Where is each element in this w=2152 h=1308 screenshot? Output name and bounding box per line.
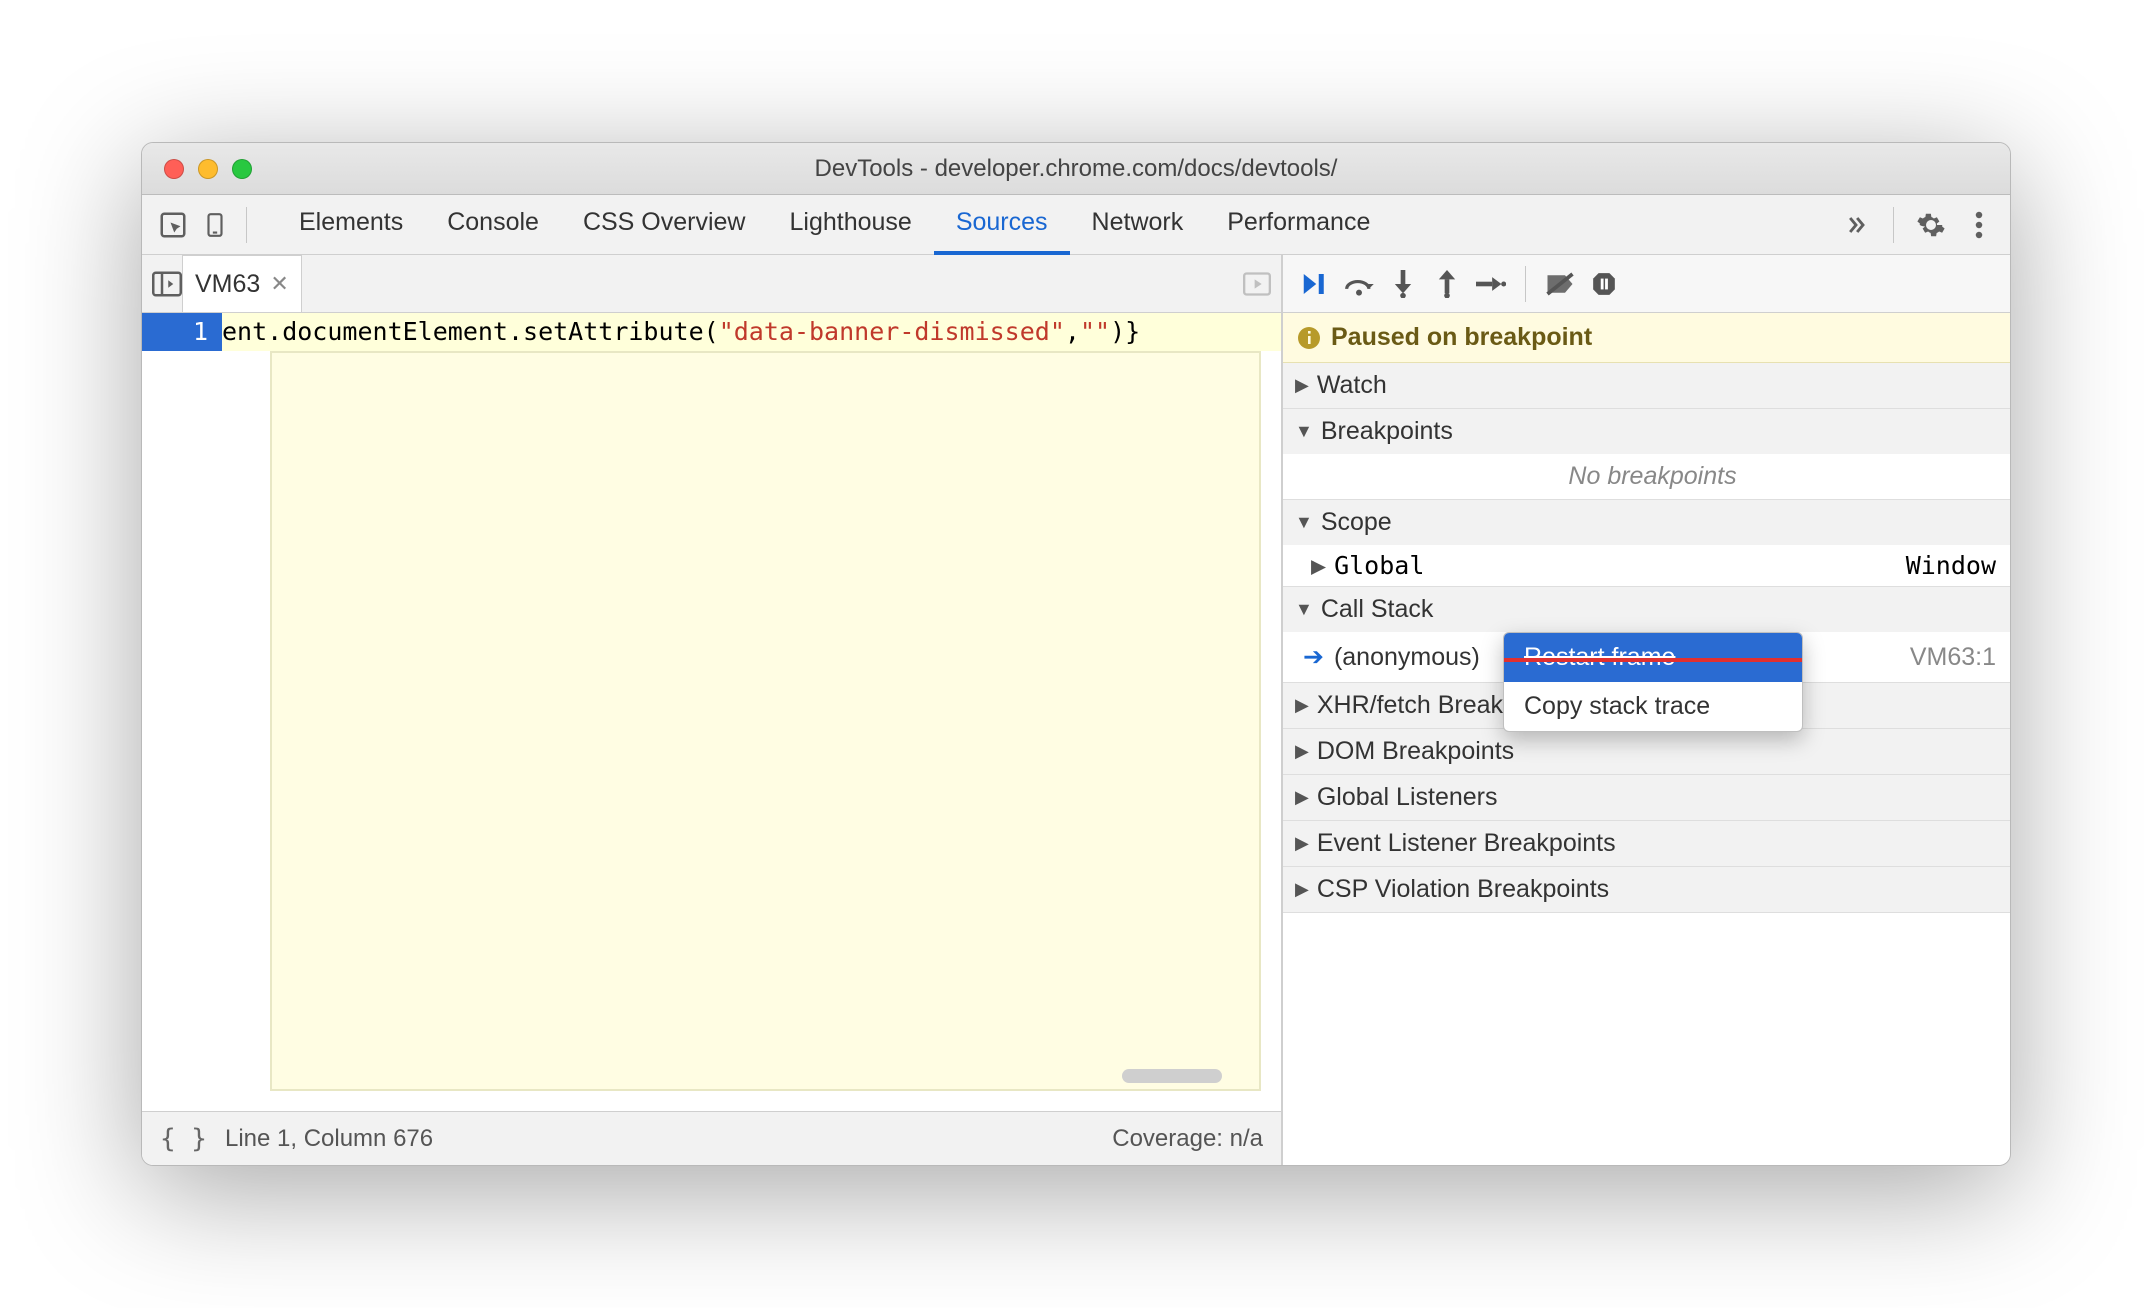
horizontal-scrollbar[interactable] <box>1122 1069 1222 1083</box>
section-label: XHR/fetch Breakp <box>1317 691 1517 720</box>
editor-gutter: 1 <box>142 313 222 1111</box>
tab-network[interactable]: Network <box>1070 194 1206 255</box>
navigator-toggle-icon[interactable] <box>152 271 182 297</box>
pause-exceptions-icon[interactable] <box>1584 264 1624 304</box>
strike-annotation <box>1503 658 1803 662</box>
scope-name: Global <box>1334 551 1424 580</box>
info-icon <box>1297 326 1321 350</box>
code-string: "" <box>1080 317 1110 346</box>
tab-css-overview[interactable]: CSS Overview <box>561 194 768 255</box>
context-menu: Restart frame Copy stack trace <box>1503 632 1803 732</box>
section-dom-breakpoints[interactable]: ▶ DOM Breakpoints <box>1283 729 2010 774</box>
collapse-icon: ▼ <box>1295 512 1313 533</box>
step-icon[interactable] <box>1471 264 1511 304</box>
section-label: CSP Violation Breakpoints <box>1317 875 1609 904</box>
expand-icon: ▶ <box>1295 695 1309 716</box>
coverage-status: Coverage: n/a <box>1112 1125 1263 1153</box>
current-frame-icon: ➔ <box>1303 642 1324 672</box>
section-scope[interactable]: ▼ Scope <box>1283 500 2010 545</box>
expand-icon: ▶ <box>1295 787 1309 808</box>
step-out-icon[interactable] <box>1427 264 1467 304</box>
section-label: Breakpoints <box>1321 417 1453 446</box>
deactivate-breakpoints-icon[interactable] <box>1540 264 1580 304</box>
section-csp-breakpoints[interactable]: ▶ CSP Violation Breakpoints <box>1283 867 2010 912</box>
sources-editor-pane: VM63 ✕ 1 ent.documentElement.setAttribut… <box>142 255 1282 1165</box>
collapse-icon: ▼ <box>1295 599 1313 620</box>
section-label: DOM Breakpoints <box>1317 737 1514 766</box>
editor-status-bar: { } Line 1, Column 676 Coverage: n/a <box>142 1111 1281 1165</box>
callstack-frame-location: VM63:1 <box>1910 643 1996 672</box>
device-toolbar-icon[interactable] <box>194 204 236 246</box>
file-tab-bar: VM63 ✕ <box>142 255 1281 313</box>
collapse-icon: ▼ <box>1295 421 1313 442</box>
section-label: Watch <box>1317 371 1387 400</box>
section-label: Scope <box>1321 508 1392 537</box>
pretty-print-icon[interactable]: { } <box>160 1124 207 1154</box>
callstack-frame[interactable]: ➔ (anonymous) VM63:1 Restart frame Copy … <box>1283 632 2010 682</box>
panel-tabs: Elements Console CSS Overview Lighthouse… <box>277 194 1835 255</box>
expand-icon: ▶ <box>1311 551 1326 580</box>
code-text: , <box>1065 317 1080 346</box>
inspect-element-icon[interactable] <box>152 204 194 246</box>
toolbar-separator <box>246 207 247 243</box>
tab-elements[interactable]: Elements <box>277 194 425 255</box>
step-over-icon[interactable] <box>1339 264 1379 304</box>
context-menu-copy-stack-trace[interactable]: Copy stack trace <box>1504 682 1802 731</box>
scope-value: Window <box>1906 551 1996 580</box>
devtools-toolbar: Elements Console CSS Overview Lighthouse… <box>142 195 2010 255</box>
more-tabs-icon[interactable] <box>1835 204 1877 246</box>
settings-icon[interactable] <box>1910 204 1952 246</box>
expand-icon: ▶ <box>1295 375 1309 396</box>
paused-label: Paused on breakpoint <box>1331 323 1592 352</box>
cursor-position: Line 1, Column 676 <box>225 1125 433 1153</box>
code-area[interactable]: ent.documentElement.setAttribute("data-b… <box>222 313 1281 1111</box>
controls-separator <box>1525 266 1526 302</box>
expand-icon: ▶ <box>1295 879 1309 900</box>
section-call-stack[interactable]: ▼ Call Stack <box>1283 587 2010 632</box>
tab-lighthouse[interactable]: Lighthouse <box>768 194 934 255</box>
code-text: )} <box>1110 317 1140 346</box>
section-label: Call Stack <box>1321 595 1434 624</box>
devtools-window: DevTools - developer.chrome.com/docs/dev… <box>141 142 2011 1166</box>
close-tab-icon[interactable]: ✕ <box>270 271 288 297</box>
section-label: Event Listener Breakpoints <box>1317 829 1616 858</box>
callstack-frame-name: (anonymous) <box>1334 643 1480 672</box>
code-text: ent.documentElement.setAttribute( <box>222 317 719 346</box>
toolbar-separator <box>1893 207 1894 243</box>
kebab-menu-icon[interactable] <box>1958 204 2000 246</box>
debugger-pane: Paused on breakpoint ▶ Watch ▼ Breakpoints… <box>1282 255 2010 1165</box>
context-menu-restart-frame[interactable]: Restart frame <box>1504 633 1802 682</box>
file-tab-label: VM63 <box>195 270 260 299</box>
code-editor[interactable]: 1 ent.documentElement.setAttribute("data… <box>142 313 1281 1111</box>
file-tab-vm63[interactable]: VM63 ✕ <box>182 255 302 312</box>
editor-background <box>270 351 1261 1091</box>
tab-performance[interactable]: Performance <box>1205 194 1392 255</box>
section-breakpoints[interactable]: ▼ Breakpoints <box>1283 409 2010 454</box>
step-into-icon[interactable] <box>1383 264 1423 304</box>
section-label: Global Listeners <box>1317 783 1498 812</box>
section-watch[interactable]: ▶ Watch <box>1283 363 2010 408</box>
main-panels: VM63 ✕ 1 ent.documentElement.setAttribut… <box>142 255 2010 1165</box>
window-title: DevTools - developer.chrome.com/docs/dev… <box>142 155 2010 183</box>
scope-global-row[interactable]: ▶ Global Window <box>1283 545 2010 586</box>
expand-icon: ▶ <box>1295 741 1309 762</box>
code-string: "data-banner-dismissed" <box>719 317 1065 346</box>
debug-controls <box>1283 255 2010 313</box>
tab-sources[interactable]: Sources <box>934 194 1070 255</box>
code-line[interactable]: ent.documentElement.setAttribute("data-b… <box>222 313 1281 351</box>
line-number: 1 <box>142 313 222 351</box>
no-breakpoints-message: No breakpoints <box>1283 454 2010 499</box>
window-titlebar: DevTools - developer.chrome.com/docs/dev… <box>142 143 2010 195</box>
paused-banner: Paused on breakpoint <box>1283 313 2010 363</box>
run-snippet-icon[interactable] <box>1243 272 1271 296</box>
section-event-listener-breakpoints[interactable]: ▶ Event Listener Breakpoints <box>1283 821 2010 866</box>
resume-icon[interactable] <box>1295 264 1335 304</box>
section-global-listeners[interactable]: ▶ Global Listeners <box>1283 775 2010 820</box>
expand-icon: ▶ <box>1295 833 1309 854</box>
tab-console[interactable]: Console <box>425 194 561 255</box>
